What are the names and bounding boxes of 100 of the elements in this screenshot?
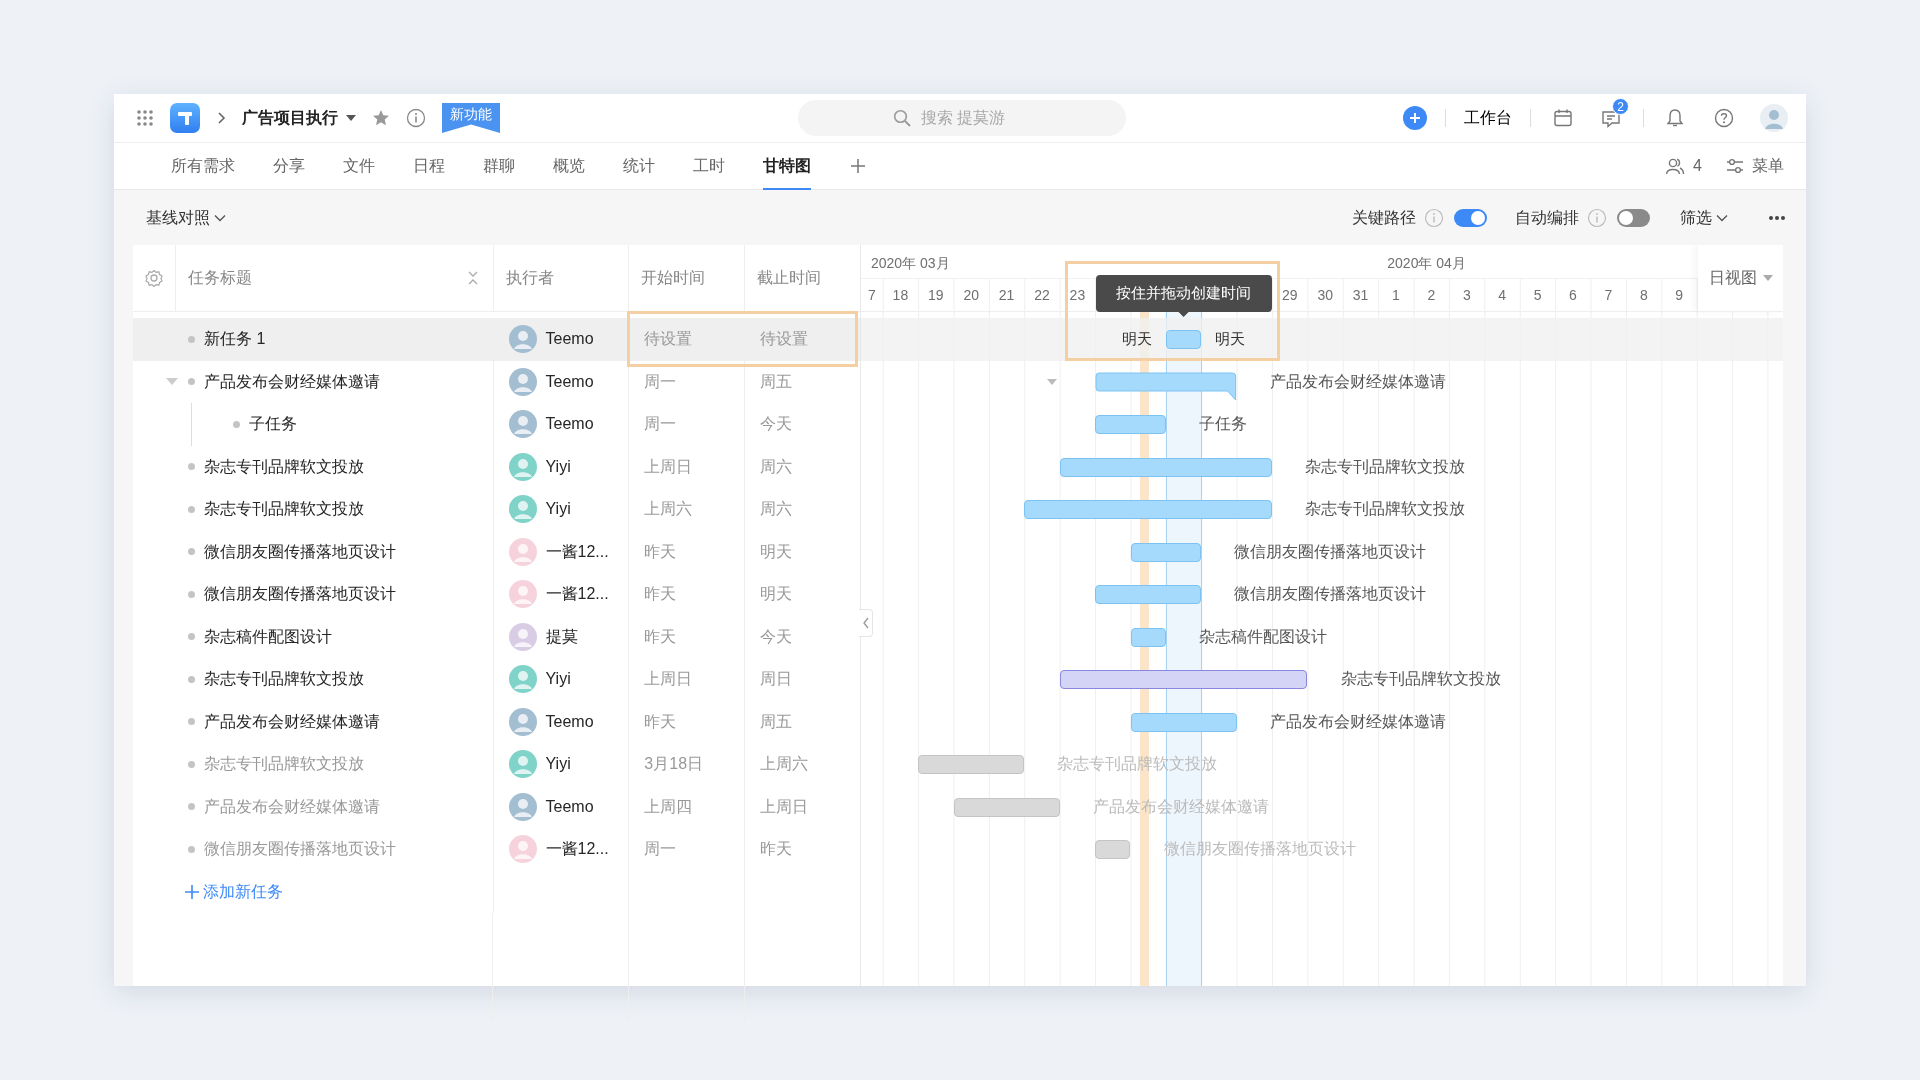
baseline-dropdown[interactable]: 基线对照 <box>146 205 226 230</box>
bullet-dot <box>188 760 195 768</box>
app-logo-icon[interactable] <box>170 103 200 133</box>
day-label: 7 <box>1603 286 1614 305</box>
table-row[interactable]: 产品发布会财经媒体邀请 Teemo 周一 周五 <box>133 360 860 403</box>
task-bar[interactable] <box>1095 585 1202 604</box>
table-row[interactable]: 产品发布会财经媒体邀请 Teemo 昨天 周五 <box>133 700 860 743</box>
menu-button[interactable]: 菜单 <box>1726 143 1784 189</box>
table-row[interactable]: 新任务 1 Teemo 待设置 待设置 <box>133 318 860 361</box>
more-icon[interactable] <box>1768 214 1786 221</box>
expand-caret-icon[interactable] <box>166 377 178 386</box>
task-bar[interactable] <box>1059 457 1273 477</box>
tab[interactable]: 统计 <box>623 143 655 189</box>
assignee-name: Teemo <box>545 371 594 392</box>
user-avatar[interactable] <box>1760 104 1788 132</box>
toggle-switch[interactable] <box>1454 208 1487 227</box>
project-dropdown[interactable]: 广告项目执行 <box>242 106 356 130</box>
tab[interactable]: 文件 <box>343 143 375 189</box>
task-bar[interactable] <box>918 755 1025 774</box>
table-row[interactable]: 杂志专刊品牌软文投放 Yiyi 上周六 周六 <box>133 488 860 531</box>
people-icon <box>1665 157 1686 175</box>
task-bar[interactable] <box>1130 712 1237 732</box>
star-icon[interactable] <box>372 109 390 127</box>
bullet-dot <box>188 335 195 343</box>
add-tab-icon[interactable] <box>849 157 867 175</box>
bullet-dot <box>188 803 195 811</box>
collapse-handle[interactable] <box>859 609 873 637</box>
assignee-name: Yiyi <box>545 456 571 477</box>
switch-label: 自动编排 <box>1515 207 1579 228</box>
bar-label: 子任务 <box>1198 414 1247 434</box>
tab[interactable]: 概览 <box>553 143 585 189</box>
message-count-badge: 2 <box>1612 98 1629 115</box>
task-bar[interactable] <box>1024 500 1273 519</box>
task-title[interactable]: 子任务 <box>249 412 297 437</box>
collapse-all-icon[interactable] <box>466 270 479 286</box>
task-bar[interactable] <box>1165 330 1202 349</box>
calendar-icon[interactable] <box>1553 108 1573 128</box>
task-bar[interactable] <box>1059 670 1308 689</box>
view-dropdown[interactable]: 日视图 <box>1698 245 1783 312</box>
tab[interactable]: 群聊 <box>483 143 515 189</box>
bell-icon[interactable] <box>1666 108 1684 128</box>
info-icon[interactable] <box>406 108 426 128</box>
day-label: 18 <box>891 286 910 305</box>
task-title[interactable]: 杂志专刊品牌软文投放 <box>204 454 364 479</box>
assignee-name: 一酱12... <box>545 584 609 605</box>
help-icon[interactable] <box>1714 108 1734 128</box>
caret-down-icon[interactable] <box>1047 378 1058 385</box>
info-icon[interactable] <box>1424 207 1444 228</box>
settings-icon[interactable] <box>144 269 163 287</box>
sliders-icon <box>1726 158 1744 174</box>
tab[interactable]: 工时 <box>693 143 725 189</box>
tab[interactable]: 所有需求 <box>171 143 235 189</box>
day-label: 31 <box>1351 286 1370 305</box>
add-circle-icon[interactable] <box>1403 106 1427 130</box>
chevron-down-icon <box>1716 213 1728 222</box>
column-header: 截止时间 <box>757 268 822 288</box>
table-row[interactable]: 杂志专刊品牌软文投放 Yiyi 上周日 周六 <box>133 445 860 488</box>
table-row[interactable]: 子任务 Teemo 周一 今天 <box>133 403 860 446</box>
assignee-name: 一酱12... <box>545 541 609 562</box>
toggle-switch[interactable] <box>1617 208 1650 227</box>
table-row[interactable]: 微信朋友圈传播落地页设计 一酱12... 昨天 明天 <box>133 573 860 616</box>
task-title[interactable]: 杂志稿件配图设计 <box>204 624 332 649</box>
assignee-name: Teemo <box>545 414 594 435</box>
date-label: 明天 <box>1215 329 1246 349</box>
task-title[interactable]: 产品发布会财经媒体邀请 <box>204 709 380 734</box>
new-feature-ribbon: 新功能 <box>442 103 500 133</box>
plus-icon <box>185 884 199 899</box>
day-label: 20 <box>962 286 980 305</box>
add-task-link[interactable]: 添加新任务 <box>185 879 283 904</box>
tab[interactable]: 甘特图 <box>763 143 811 189</box>
tab[interactable]: 日程 <box>413 143 445 189</box>
task-bar[interactable] <box>1130 542 1202 562</box>
task-title[interactable]: 新任务 1 <box>204 327 266 352</box>
task-bar[interactable] <box>1095 840 1131 859</box>
task-bar[interactable] <box>1130 627 1166 647</box>
day-label: 7 <box>866 286 877 305</box>
table-row[interactable]: 杂志稿件配图设计 提莫 昨天 今天 <box>133 615 860 658</box>
assignee-name: Teemo <box>545 711 594 732</box>
task-title[interactable]: 微信朋友圈传播落地页设计 <box>204 582 396 607</box>
task-bar[interactable] <box>1095 415 1166 434</box>
tab[interactable]: 分享 <box>273 143 305 189</box>
assignee-name: Yiyi <box>545 754 571 775</box>
task-title[interactable]: 产品发布会财经媒体邀请 <box>204 369 380 394</box>
assignee-name: 一酱12... <box>545 839 609 860</box>
table-row[interactable]: 杂志专刊品牌软文投放 Yiyi 上周日 周日 <box>133 658 860 701</box>
day-label: 29 <box>1281 286 1299 305</box>
filter-dropdown[interactable]: 筛选 <box>1680 205 1728 230</box>
day-label: 23 <box>1068 286 1087 305</box>
summary-bar[interactable] <box>1095 371 1238 402</box>
workbench-link[interactable]: 工作台 <box>1464 106 1512 130</box>
task-title[interactable]: 杂志专刊品牌软文投放 <box>204 497 364 522</box>
assignee-name: Yiyi <box>545 499 571 520</box>
members-button[interactable]: 4 <box>1665 143 1702 189</box>
task-title[interactable]: 微信朋友圈传播落地页设计 <box>204 539 396 564</box>
table-row[interactable]: 微信朋友圈传播落地页设计 一酱12... 昨天 明天 <box>133 530 860 573</box>
task-title[interactable]: 杂志专刊品牌软文投放 <box>204 667 364 692</box>
day-label: 8 <box>1638 286 1649 305</box>
info-icon[interactable] <box>1587 207 1607 228</box>
apps-grid-icon[interactable] <box>136 109 154 127</box>
task-bar[interactable] <box>953 797 1060 817</box>
